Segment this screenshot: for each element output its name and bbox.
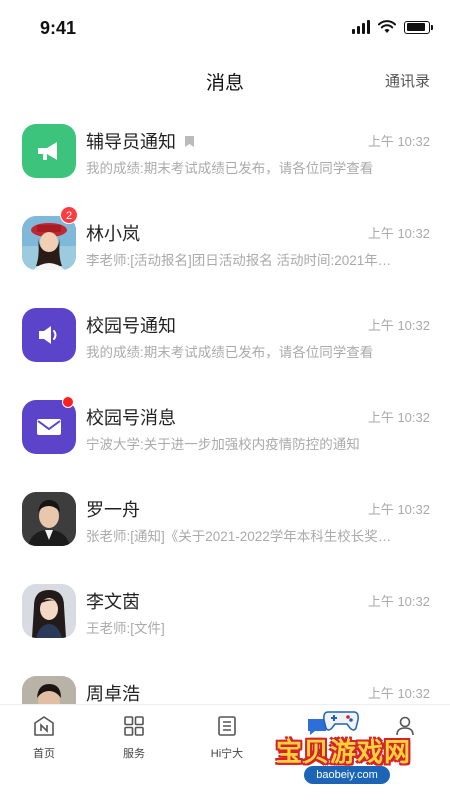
message-name: 校园号通知 [86, 312, 176, 338]
avatar [22, 492, 76, 546]
message-time: 上午 10:32 [367, 410, 430, 425]
watermark-url: baobeiy.com [304, 766, 390, 784]
gamepad-icon [323, 711, 359, 731]
message-name-text: 辅导员通知 [86, 132, 176, 152]
message-row-campus-message[interactable]: 校园号消息 宁波大学:关于进一步加强校内疫情防控的通知 上午 10:32 [0, 380, 450, 472]
message-preview: 王老师:[文件] [86, 621, 165, 636]
watermark: 宝贝游戏网 baobeiy.com [270, 704, 420, 800]
grid-icon [121, 713, 147, 739]
user-photo-avatar [22, 216, 76, 270]
tab-hi-nbu[interactable]: Hi宁大 [192, 713, 262, 761]
battery-icon [404, 20, 433, 34]
home-icon [31, 713, 57, 739]
avatar [22, 124, 76, 178]
status-icons [352, 20, 433, 34]
tab-label: 首页 [33, 748, 55, 760]
message-row-counselor-notice[interactable]: 辅导员通知 我的成绩:期末考试成绩已发布，请各位同学查看 上午 10:32 [0, 104, 450, 196]
message-name: 李文茵 [86, 588, 140, 614]
message-preview: 李老师:[活动报名]团日活动报名 活动时间:2021年… [86, 253, 392, 268]
message-time: 上午 10:32 [367, 594, 430, 609]
bookmark-icon [185, 135, 194, 147]
message-row-zhou-zhuohao[interactable]: 周卓浩 上午 10:32 [0, 656, 450, 704]
contacts-link[interactable]: 通讯录 [385, 70, 430, 91]
message-time: 上午 10:32 [367, 686, 430, 701]
cellular-signal-icon [352, 20, 370, 34]
avatar [22, 400, 76, 454]
tab-services[interactable]: 服务 [99, 713, 169, 761]
message-name-text: 李文茵 [86, 592, 140, 612]
message-preview: 我的成绩:期末考试成绩已发布，请各位同学查看 [86, 345, 374, 360]
message-preview: 我的成绩:期末考试成绩已发布，请各位同学查看 [86, 161, 374, 176]
message-row-luo-yizhou[interactable]: 罗一舟 张老师:[通知]《关于2021-2022学年本科生校长奖… 上午 10:… [0, 472, 450, 564]
tab-label: Hi宁大 [210, 748, 244, 760]
wifi-icon [378, 20, 396, 33]
message-time: 上午 10:32 [367, 134, 430, 149]
unread-count-badge: 2 [60, 206, 78, 224]
message-name-text: 罗一舟 [86, 500, 140, 520]
avatar [22, 676, 76, 704]
message-name-text: 校园号通知 [86, 316, 176, 336]
envelope-icon [37, 419, 61, 435]
message-name-text: 周卓浩 [86, 684, 140, 704]
message-list: 辅导员通知 我的成绩:期末考试成绩已发布，请各位同学查看 上午 10:32 2 … [0, 104, 450, 704]
message-name: 罗一舟 [86, 496, 140, 522]
message-name-text: 校园号消息 [86, 408, 176, 428]
watermark-text: 宝贝游戏网 [276, 738, 412, 768]
message-preview: 张老师:[通知]《关于2021-2022学年本科生校长奖… [86, 529, 392, 544]
message-name: 林小岚 [86, 220, 140, 246]
message-row-lin-xiaolan[interactable]: 2 林小岚 李老师:[活动报名]团日活动报名 活动时间:2021年… 上午 10… [0, 196, 450, 288]
page-title: 消息 [205, 73, 244, 94]
nav-bar: 消息 通讯录 [0, 56, 450, 104]
speaker-icon [39, 326, 57, 344]
avatar [22, 216, 76, 270]
message-name: 周卓浩 [86, 680, 140, 704]
message-time: 上午 10:32 [367, 226, 430, 241]
megaphone-icon [38, 142, 57, 160]
message-preview: 宁波大学:关于进一步加强校内疫情防控的通知 [86, 437, 360, 452]
tab-home[interactable]: 首页 [9, 713, 79, 761]
status-time: 9:41 [40, 18, 77, 38]
user-photo-avatar [22, 584, 76, 638]
message-row-li-wenyin[interactable]: 李文茵 王老师:[文件] 上午 10:32 [0, 564, 450, 656]
tab-label: 服务 [123, 748, 145, 760]
document-icon [214, 713, 240, 739]
status-bar: 9:41 [0, 0, 450, 56]
user-photo-avatar [22, 492, 76, 546]
message-name: 校园号消息 [86, 404, 176, 430]
unread-dot [62, 396, 74, 408]
avatar [22, 308, 76, 362]
message-time: 上午 10:32 [367, 502, 430, 517]
message-name-text: 林小岚 [86, 224, 140, 244]
message-row-campus-notice[interactable]: 校园号通知 我的成绩:期末考试成绩已发布，请各位同学查看 上午 10:32 [0, 288, 450, 380]
message-name: 辅导员通知 [86, 128, 195, 154]
user-photo-avatar [22, 676, 76, 704]
message-time: 上午 10:32 [367, 318, 430, 333]
avatar [22, 584, 76, 638]
battery-level [406, 23, 426, 31]
